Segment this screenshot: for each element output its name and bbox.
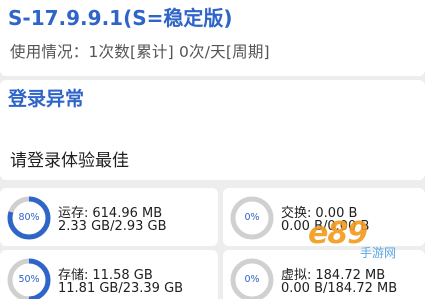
storage-percent-label: 50% [18, 274, 40, 285]
virtual-progress-ring: 0% [228, 256, 276, 299]
virtual-detail: 0.00 B/184.72 MB [281, 281, 398, 296]
swap-detail: 0.00 B/0.00 B [281, 219, 370, 234]
storage-detail: 11.81 GB/23.39 GB [58, 281, 184, 296]
login-status-title: 登录异常 [8, 88, 85, 110]
virtual-percent-label: 0% [244, 274, 260, 285]
version-card: S-17.9.9.1(S=稳定版) 使用情况：1次数[累计] 0次/天[周期] [0, 0, 425, 76]
memory-progress-ring: 80% [5, 194, 53, 242]
swap-stat-card: 0% 交换: 0.00 B 0.00 B/0.00 B [223, 188, 425, 246]
usage-info: 使用情况：1次数[累计] 0次/天[周期] [10, 43, 270, 61]
memory-detail: 2.33 GB/2.93 GB [58, 219, 167, 234]
storage-stat-card: 50% 存储: 11.58 GB 11.81 GB/23.39 GB [0, 250, 218, 299]
memory-stat-card: 80% 运存: 614.96 MB 2.33 GB/2.93 GB [0, 188, 218, 246]
login-card[interactable]: 登录异常 请登录体验最佳 [0, 80, 425, 180]
virtual-stat-card: 0% 虚拟: 184.72 MB 0.00 B/184.72 MB [223, 250, 425, 299]
login-hint[interactable]: 请登录体验最佳 [10, 146, 129, 171]
version-title: S-17.9.9.1(S=稳定版) [8, 6, 233, 30]
swap-progress-ring: 0% [228, 194, 276, 242]
storage-progress-ring: 50% [5, 256, 53, 299]
swap-percent-label: 0% [244, 212, 260, 223]
memory-percent-label: 80% [18, 212, 40, 223]
